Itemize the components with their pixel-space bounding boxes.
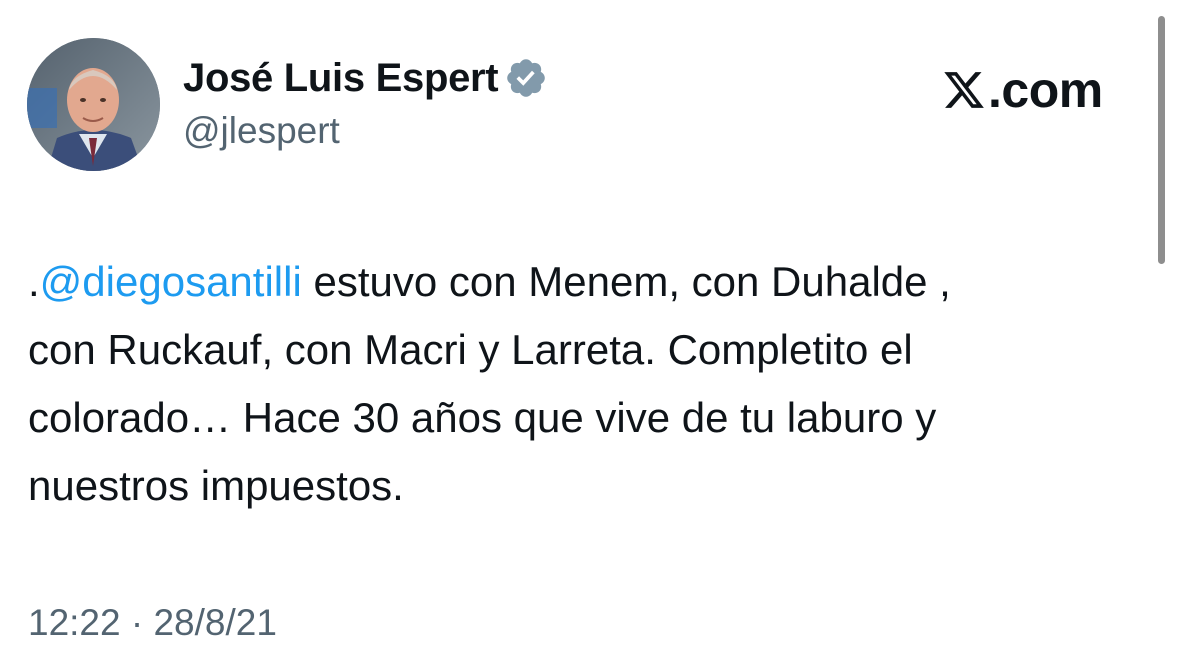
tweet-text-line-4: nuestros impuestos. bbox=[28, 462, 404, 509]
tweet-line-1-rest: estuvo con Menem, con Duhalde , bbox=[301, 258, 951, 305]
tweet-card: José Luis Espert @jlespert .com .@diegos… bbox=[0, 0, 1178, 665]
display-name[interactable]: José Luis Espert bbox=[183, 56, 499, 101]
x-domain-text: .com bbox=[988, 62, 1103, 118]
tweet-text-line-1: .@diegosantilli estuvo con Menem, con Du… bbox=[28, 248, 1158, 316]
tweet-timestamp[interactable]: 12:22 · 28/8/21 bbox=[28, 602, 277, 644]
tweet-text-line-3: colorado… Hace 30 años que vive de tu la… bbox=[28, 394, 937, 441]
verified-badge-icon bbox=[504, 56, 548, 100]
avatar-photo bbox=[27, 38, 160, 171]
name-row: José Luis Espert bbox=[183, 52, 548, 104]
avatar[interactable] bbox=[27, 38, 160, 171]
user-info: José Luis Espert @jlespert bbox=[183, 52, 548, 152]
user-handle[interactable]: @jlespert bbox=[183, 110, 548, 152]
tweet-text-line-2: con Ruckauf, con Macri y Larreta. Comple… bbox=[28, 326, 913, 373]
x-logo-icon bbox=[944, 72, 984, 108]
tweet-text: .@diegosantilli estuvo con Menem, con Du… bbox=[28, 248, 1158, 520]
mention-link[interactable]: @diegosantilli bbox=[40, 258, 302, 305]
x-com-logo[interactable]: .com bbox=[942, 58, 1103, 122]
tweet-prefix: . bbox=[28, 258, 40, 305]
scrollbar[interactable] bbox=[1158, 16, 1165, 264]
